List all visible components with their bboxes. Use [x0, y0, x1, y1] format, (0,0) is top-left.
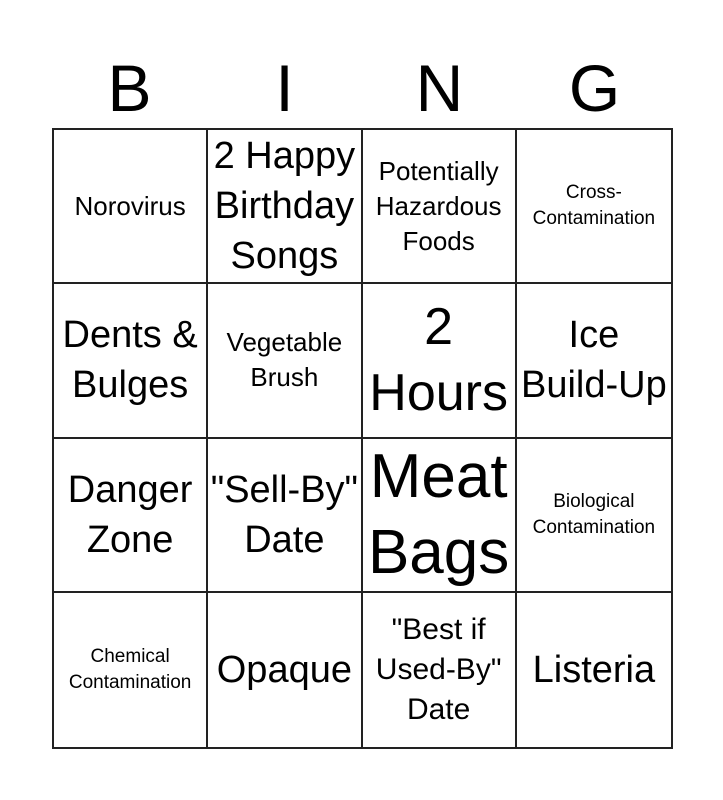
bingo-cell[interactable]: Ice Build-Up [516, 284, 671, 439]
cell-text: Dents & Bulges [62, 314, 198, 407]
header-letter-g: G [568, 51, 621, 125]
cell-text: Norovirus [74, 190, 186, 221]
cell-text: Listeria [532, 648, 656, 691]
bingo-cell[interactable]: Meat Bags [362, 438, 517, 593]
bingo-cell[interactable]: Listeria [517, 593, 671, 747]
cell-text: 2 Happy Birthday Songs [213, 135, 356, 278]
bingo-card-grid: Norovirus 2 Happy Birthday Songs Potenti… [52, 128, 673, 749]
bingo-cell[interactable]: "Best if Used-By" Date [363, 592, 517, 747]
cell-text: "Best if Used-By" Date [375, 612, 502, 726]
bingo-cell[interactable]: 2 Happy Birthday Songs [208, 130, 363, 285]
cell-text: Chemical Contamination [68, 645, 192, 693]
header-letter-i: I [275, 51, 294, 125]
cell-text: Danger Zone [67, 468, 193, 561]
cell-text: Cross-Contamination [532, 182, 656, 230]
cell-text: Ice Build-Up [521, 314, 667, 407]
bingo-cell[interactable]: Biological Contamination [516, 439, 671, 593]
bingo-cell[interactable]: 2 Hours [362, 284, 517, 439]
bingo-cell[interactable]: Opaque [208, 592, 363, 747]
bingo-cell[interactable]: Chemical Contamination [54, 592, 209, 747]
cell-text: 2 Hours [369, 298, 508, 423]
cell-text: "Sell-By" Date [210, 468, 359, 561]
bingo-cell[interactable]: Potentially Hazardous Foods [362, 130, 517, 285]
header-letter-b: B [107, 51, 152, 125]
cell-text: Vegetable Brush [226, 327, 343, 393]
cell-text: Opaque [216, 648, 352, 691]
cell-text: Meat Bags [367, 441, 510, 587]
cell-text: Potentially Hazardous Foods [375, 155, 502, 256]
bingo-cell[interactable]: Cross-Contamination [516, 130, 671, 285]
bingo-cell[interactable]: "Sell-By" Date [208, 438, 363, 593]
header-letter-n: N [415, 51, 464, 125]
bingo-cell[interactable]: Danger Zone [54, 438, 209, 593]
bingo-cell[interactable]: Dents & Bulges [54, 284, 209, 439]
cell-text: Biological Contamination [532, 490, 656, 538]
bingo-cell[interactable]: Norovirus [54, 130, 209, 285]
bingo-cell[interactable]: Vegetable Brush [208, 284, 363, 439]
bingo-header: B I N G [52, 48, 672, 128]
